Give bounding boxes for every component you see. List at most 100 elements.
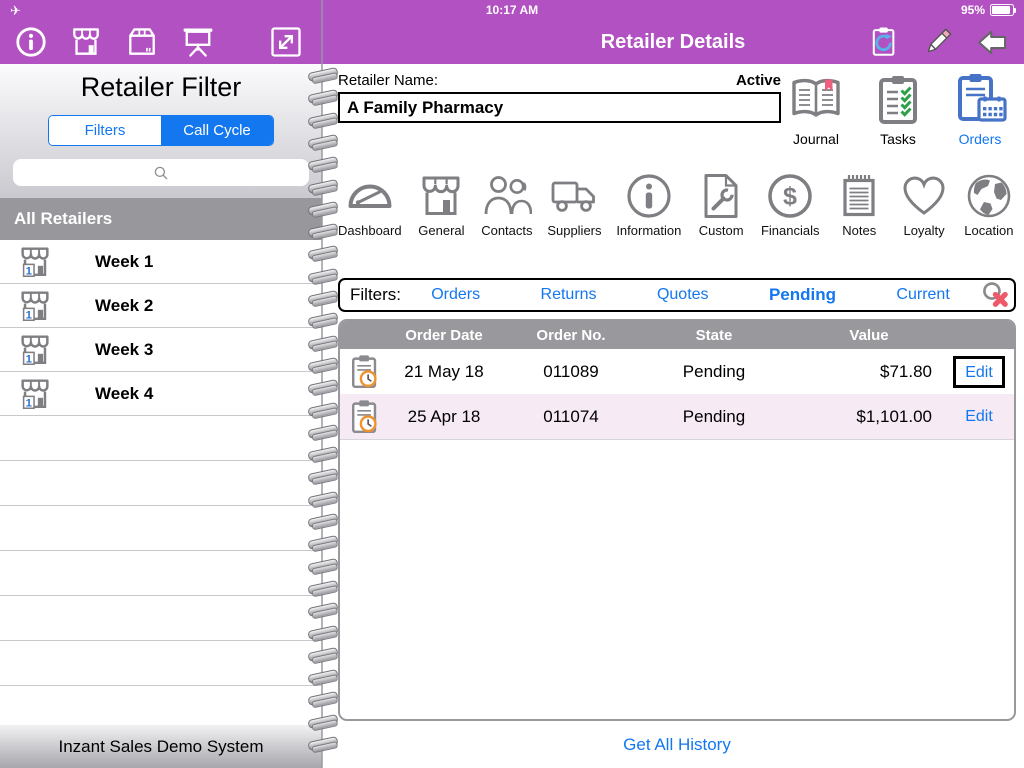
products-button[interactable]	[124, 24, 160, 60]
tab-location[interactable]: Location	[964, 171, 1014, 238]
list-item-week-3[interactable]: 1 Week 3	[0, 328, 322, 372]
svg-text:1: 1	[26, 397, 33, 409]
filter-pending[interactable]: Pending	[769, 285, 836, 305]
svg-text:1: 1	[26, 309, 33, 321]
page-title: Retailer Details	[600, 30, 746, 53]
tab-dashboard[interactable]: Dashboard	[338, 171, 402, 238]
fullscreen-button[interactable]	[268, 24, 304, 60]
package-icon	[129, 28, 155, 55]
filter-options: Orders Returns Quotes Pending Current	[401, 285, 980, 305]
list-group-header: All Retailers	[0, 198, 322, 240]
dashboard-gauge-icon	[348, 184, 392, 208]
table-row[interactable]: 25 Apr 18 011074 Pending $1,101.00 Edit	[340, 394, 1014, 440]
get-all-history-link[interactable]: Get All History	[617, 734, 737, 756]
tab-label: Information	[616, 223, 682, 238]
tab-suppliers[interactable]: Suppliers	[547, 171, 602, 238]
tab-contacts[interactable]: Contacts	[481, 171, 533, 238]
search-input[interactable]	[13, 159, 309, 186]
filter-current[interactable]: Current	[896, 286, 949, 304]
app-footer-label: Inzant Sales Demo System	[0, 725, 322, 768]
list-item-week-4[interactable]: 1 Week 4	[0, 372, 322, 416]
tab-label: General	[418, 223, 465, 238]
info-button[interactable]	[14, 25, 48, 59]
clipboard-clock-icon	[352, 400, 377, 434]
nav-main: Retailer Details	[322, 20, 1024, 64]
cell-state: Pending	[682, 406, 746, 426]
tasks-button[interactable]: Tasks	[868, 72, 928, 147]
retailers-button[interactable]	[68, 24, 104, 60]
edit-retailer-button[interactable]	[921, 25, 955, 59]
journal-button[interactable]: Journal	[786, 72, 846, 147]
tab-label: Suppliers	[547, 223, 602, 238]
svg-text:1: 1	[26, 265, 33, 277]
tab-filters[interactable]: Filters	[49, 116, 161, 145]
empty-list-row	[0, 596, 322, 641]
retailer-name-row: Retailer Name: Active	[338, 72, 781, 89]
tab-information[interactable]: Information	[616, 171, 681, 238]
tab-loyalty[interactable]: Loyalty	[899, 171, 949, 238]
clear-search-button[interactable]	[980, 280, 1010, 310]
sidebar-search	[13, 159, 309, 186]
location-globe-icon	[967, 174, 1011, 218]
edit-order-button[interactable]: Edit	[965, 408, 993, 426]
list-item-label: Week 1	[95, 251, 154, 271]
information-icon	[627, 174, 671, 218]
filter-orders[interactable]: Orders	[431, 286, 480, 304]
sidebar-tab-switch: Filters Call Cycle	[48, 115, 274, 146]
sidebar-title: Retailer Filter	[80, 72, 242, 102]
tab-label: Financials	[760, 223, 820, 238]
empty-list-row	[0, 506, 322, 551]
journal-icon	[792, 78, 840, 117]
content-area: Retailer Filter Filters Call Cycle All R…	[0, 64, 1024, 768]
retailer-filter-sidebar: Retailer Filter Filters Call Cycle All R…	[0, 64, 322, 768]
cell-value: $1,101.00	[856, 406, 932, 426]
tab-general[interactable]: General	[416, 171, 466, 238]
battery-icon	[990, 4, 1016, 16]
list-item-week-1[interactable]: 1 Week 1	[0, 240, 322, 284]
empty-list-row	[0, 461, 322, 506]
col-state: State	[695, 326, 733, 344]
tab-financials[interactable]: $ Financials	[760, 171, 820, 238]
cell-state: Pending	[682, 361, 746, 381]
sync-clipboard-icon	[872, 27, 895, 56]
back-button[interactable]	[975, 24, 1012, 61]
tasks-icon	[879, 76, 917, 124]
edit-order-button[interactable]: Edit	[965, 364, 993, 382]
cell-order-date: 25 Apr 18	[407, 406, 481, 426]
status-badge: Active	[735, 72, 781, 89]
list-item-week-2[interactable]: 1 Week 2	[0, 284, 322, 328]
tab-label: Notes	[842, 223, 877, 238]
tab-custom[interactable]: Custom	[696, 171, 746, 238]
sync-button[interactable]	[867, 25, 901, 59]
retailer-details-panel: Retailer Name: Active Journal Tasks Orde…	[322, 64, 1024, 768]
nav-right-toolbar	[867, 20, 1012, 64]
store-one-icon: 1	[21, 378, 49, 409]
svg-text:$: $	[783, 183, 797, 211]
tab-label: Contacts	[481, 223, 533, 238]
retailer-name-input[interactable]	[338, 92, 781, 123]
loyalty-heart-icon	[903, 176, 945, 215]
svg-text:1: 1	[26, 353, 33, 365]
orders-button[interactable]: Orders	[950, 72, 1010, 147]
contacts-icon	[484, 176, 532, 215]
info-icon	[16, 27, 46, 57]
detail-tabs: Dashboard General Contacts Suppliers Inf…	[338, 171, 1016, 238]
filter-returns[interactable]: Returns	[541, 286, 597, 304]
focus-ring: Edit	[953, 355, 1005, 388]
pencil-icon	[927, 28, 952, 53]
store-one-icon: 1	[21, 334, 49, 365]
cell-order-date: 21 May 18	[404, 361, 484, 381]
list-item-label: Week 4	[95, 383, 154, 403]
tab-call-cycle[interactable]: Call Cycle	[161, 116, 273, 145]
status-bar: ✈ 10:17 AM 95%	[0, 0, 1024, 20]
cell-value: $71.80	[880, 361, 932, 381]
empty-list-row	[0, 686, 322, 725]
table-header: Order Date Order No. State Value	[340, 321, 1014, 349]
presentation-button[interactable]	[180, 24, 216, 60]
tab-notes[interactable]: Notes	[834, 171, 884, 238]
general-store-icon	[422, 176, 460, 215]
clipboard-clock-icon	[352, 355, 377, 389]
table-row[interactable]: 21 May 18 011089 Pending $71.80 Edit	[340, 349, 1014, 394]
call-cycle-list: 1 Week 1 1 Week 2 1 Week 3 1 Week 4	[0, 240, 322, 725]
filter-quotes[interactable]: Quotes	[657, 286, 709, 304]
